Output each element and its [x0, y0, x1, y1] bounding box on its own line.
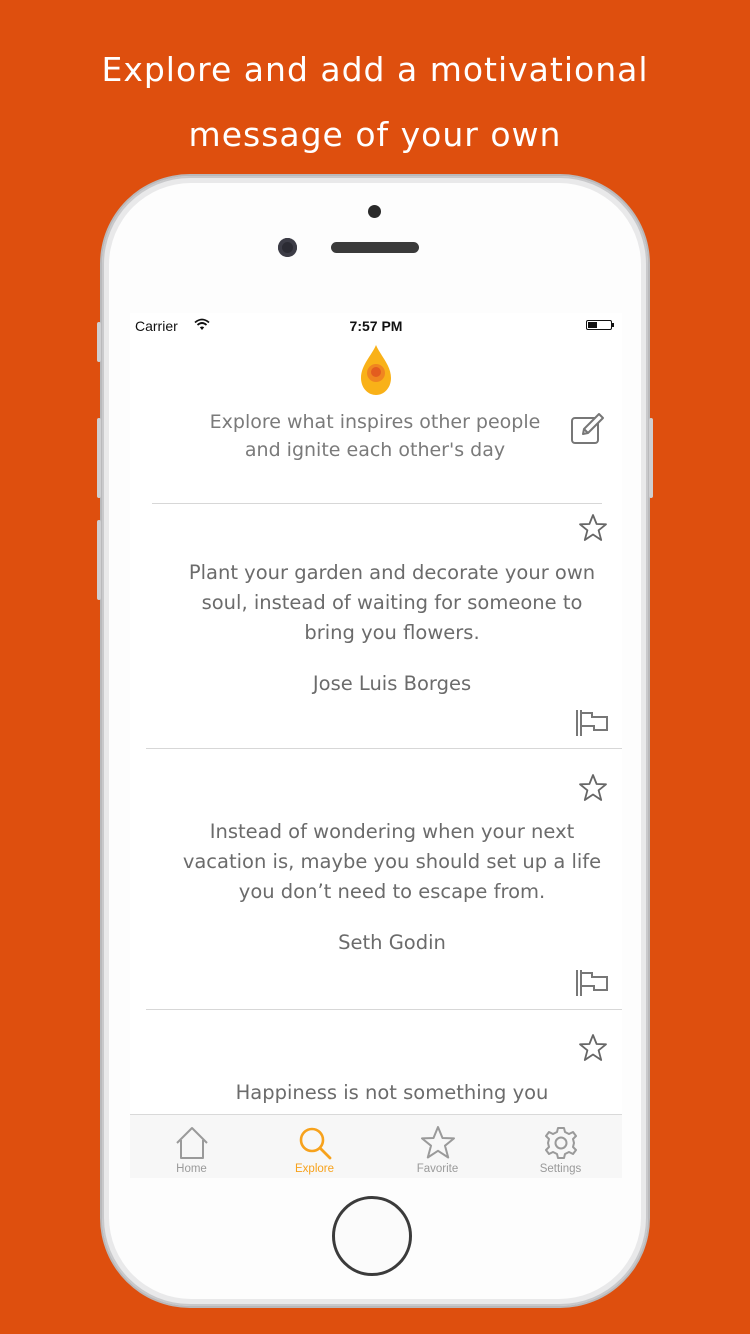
quote-text: Plant your garden and decorate your own … — [188, 561, 596, 644]
volume-down-button — [97, 520, 101, 600]
report-flag-icon[interactable] — [574, 969, 610, 997]
quote-card: Plant your garden and decorate your own … — [146, 504, 622, 748]
power-button — [649, 418, 653, 498]
quote-card: Instead of wondering when your next vaca… — [146, 749, 622, 1009]
tab-home[interactable]: Home — [130, 1115, 253, 1178]
quote-text: Instead of wondering when your next vaca… — [182, 820, 602, 903]
headline-line-1: Explore and add a motivational — [101, 50, 649, 89]
home-button[interactable] — [332, 1196, 412, 1276]
mute-switch — [97, 322, 101, 362]
status-time: 7:57 PM — [349, 318, 403, 334]
earpiece-speaker — [331, 242, 419, 253]
volume-up-button — [97, 418, 101, 498]
compose-edit-icon[interactable] — [570, 412, 606, 445]
star-icon — [421, 1126, 455, 1159]
battery-icon — [586, 320, 614, 330]
flame-logo-icon — [361, 345, 391, 395]
quote-card: Happiness is not something you — [146, 1010, 622, 1120]
explore-intro-text: Explore what inspires other people and i… — [209, 411, 541, 461]
quote-author: Jose Luis Borges — [312, 672, 472, 695]
favorite-star-icon[interactable] — [578, 1033, 608, 1063]
headline-line-2: message of your own — [188, 115, 562, 154]
quote-text: Happiness is not something you — [235, 1081, 549, 1104]
tab-label: Favorite — [416, 1163, 459, 1175]
tab-label: Settings — [539, 1163, 582, 1175]
favorite-star-icon[interactable] — [578, 513, 608, 543]
proximity-sensor — [368, 205, 381, 218]
tab-label: Explore — [295, 1163, 334, 1175]
app-screen: Carrier 7:57 PM Explore what inspires ot… — [130, 313, 622, 1178]
report-flag-icon[interactable] — [574, 709, 610, 737]
tab-settings[interactable]: Settings — [499, 1115, 622, 1178]
status-bar: Carrier 7:57 PM — [130, 313, 622, 339]
favorite-star-icon[interactable] — [578, 773, 608, 803]
tab-label: Home — [176, 1163, 207, 1175]
tab-explore[interactable]: Explore — [253, 1115, 376, 1178]
home-icon — [176, 1127, 208, 1159]
front-camera — [278, 238, 297, 257]
search-icon — [299, 1127, 332, 1160]
quote-author: Seth Godin — [338, 931, 446, 954]
tab-favorite[interactable]: Favorite — [376, 1115, 499, 1178]
tab-bar: Home Explore Favorite Settings — [130, 1114, 622, 1178]
gear-icon — [545, 1127, 577, 1159]
